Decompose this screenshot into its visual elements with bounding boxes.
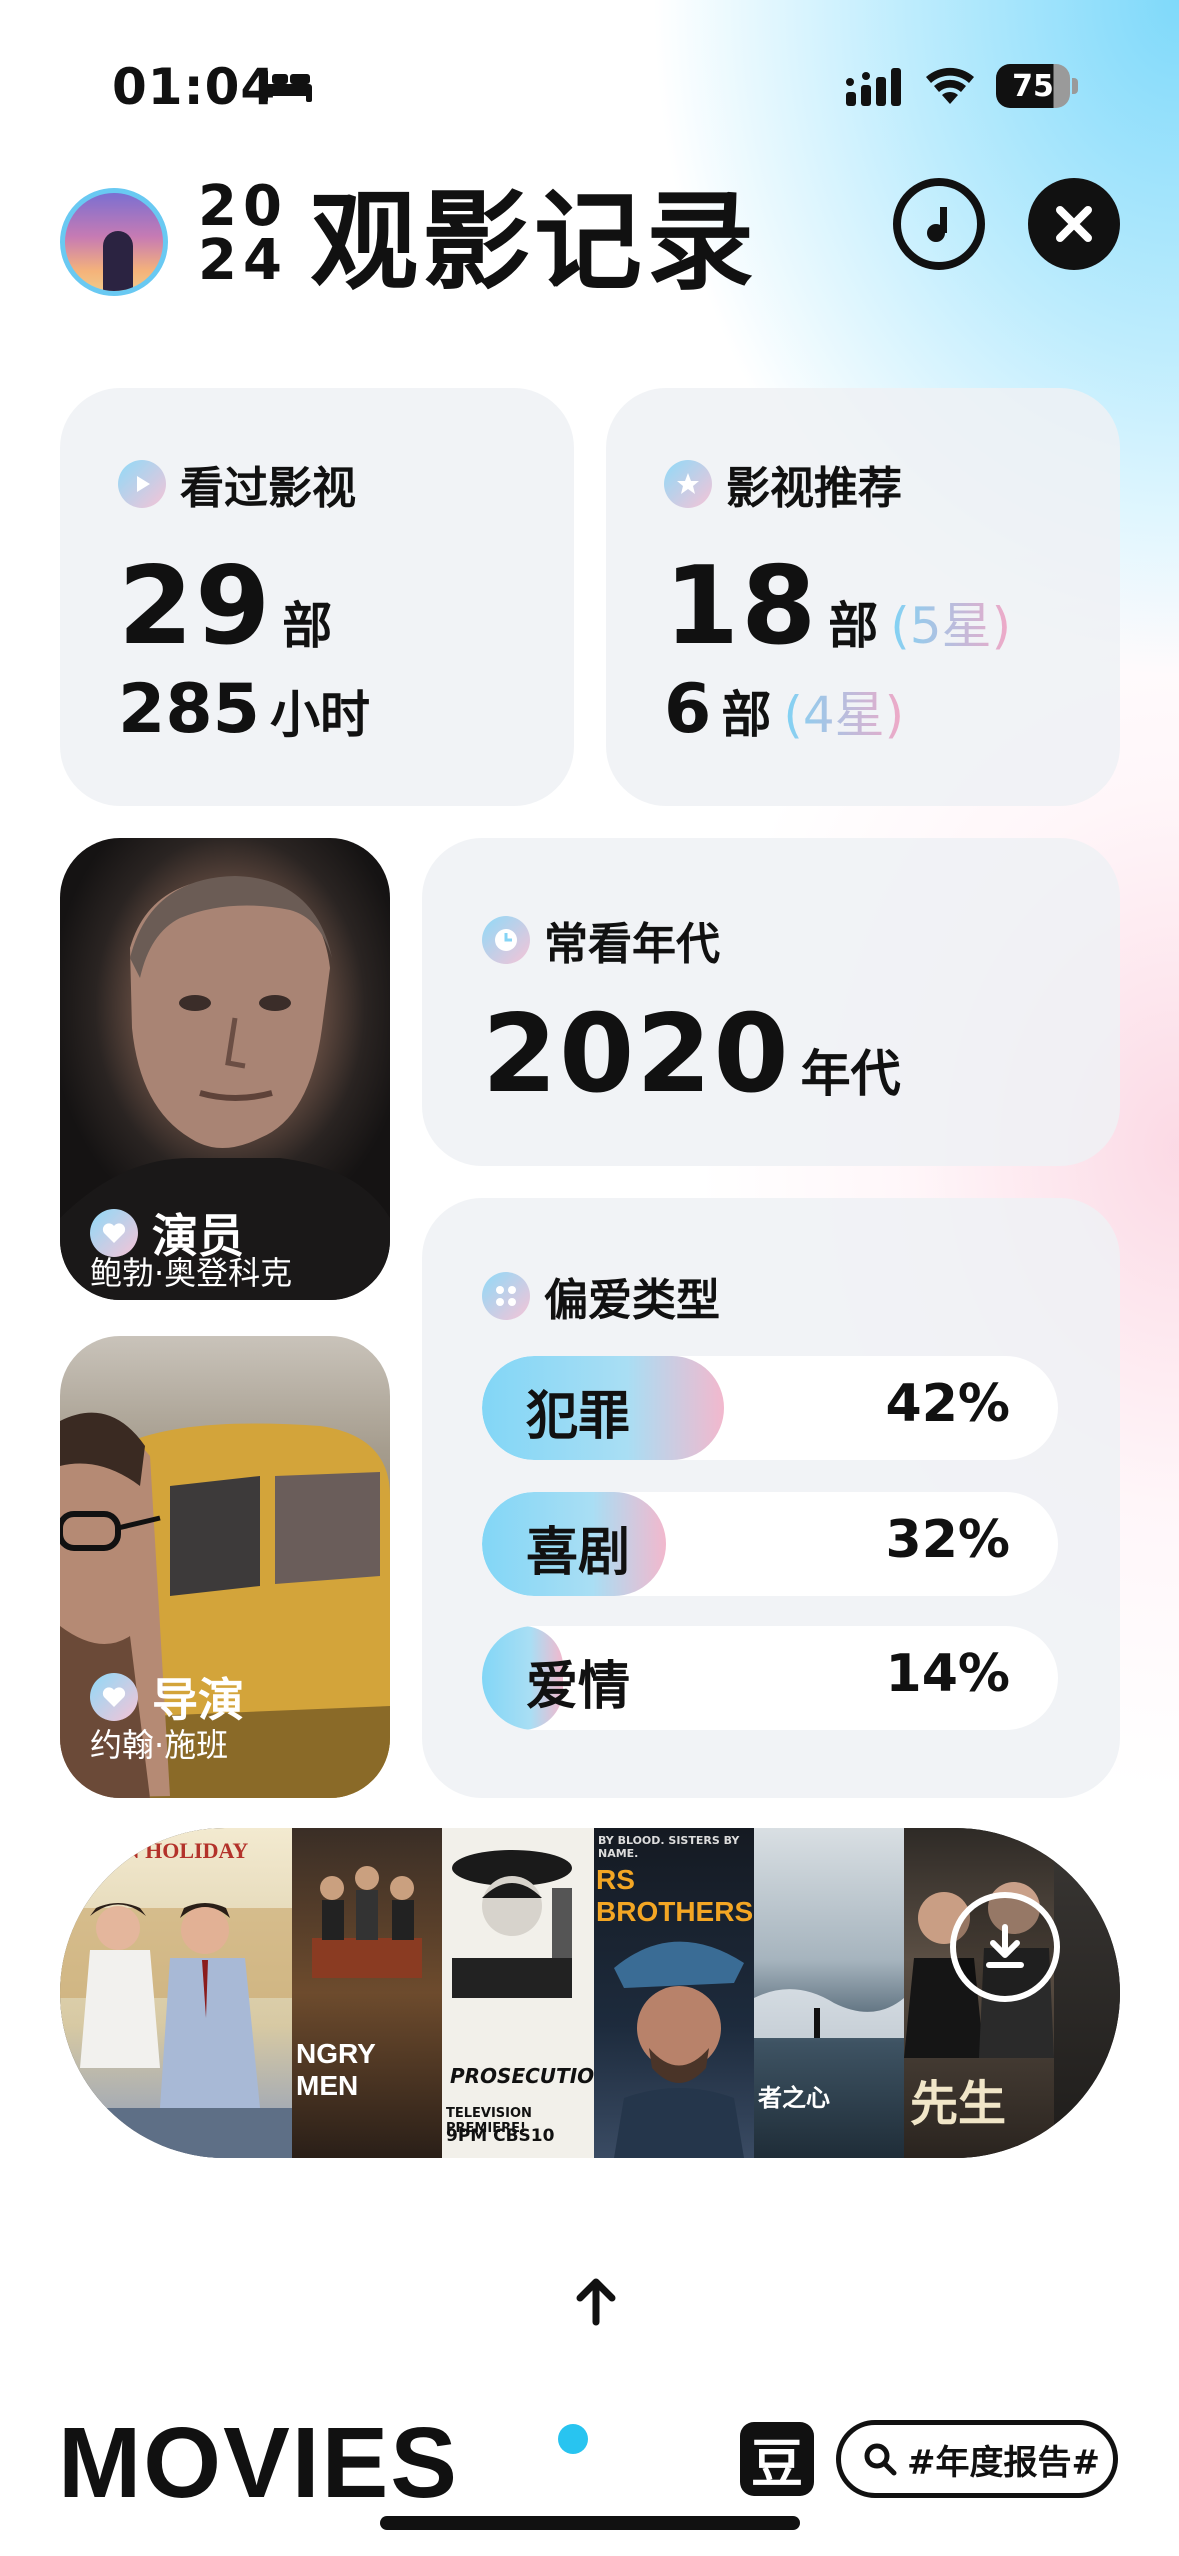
genre-label: 犯罪 [526, 1387, 631, 1447]
grid-icon [482, 1272, 530, 1320]
clock-icon [482, 916, 530, 964]
poster-title: OMAN HOLIDAY [70, 1838, 249, 1863]
four-star-label: (4星) [783, 675, 904, 747]
genre-percent: 42% [885, 1374, 1010, 1434]
close-button[interactable] [1028, 178, 1120, 270]
status-time: 01:04 [112, 58, 277, 116]
brand-logo: MOVIES [58, 2407, 459, 2519]
music-button[interactable] [893, 178, 985, 270]
genre-row-comedy[interactable]: 喜剧 32% [482, 1492, 1058, 1596]
poster-tagline: BY BLOOD. SISTERS BY NAME. [598, 1834, 740, 1860]
download-button[interactable] [950, 1892, 1060, 2002]
search-icon [864, 2443, 897, 2476]
hashtag-search[interactable]: #年度报告# [836, 2420, 1118, 2498]
download-icon [986, 1924, 1024, 1968]
poster-title: 先生 [910, 2076, 1007, 2132]
poster-art [614, 1941, 744, 2158]
play-icon [118, 460, 166, 508]
poster-title: 者之心 [758, 2084, 830, 2112]
genre-percent: 32% [885, 1510, 1010, 1570]
poster-art [60, 1903, 292, 2158]
watched-count-unit: 部 [282, 597, 333, 655]
director-card[interactable]: 导演 约翰·施班 [60, 1336, 390, 1798]
douban-icon[interactable]: 豆 [740, 2422, 814, 2496]
poster-subtitle: 9PM CBS10 [446, 2126, 555, 2146]
four-star-count: 6 [664, 670, 712, 749]
poster-prosecution[interactable]: PROSECUTION TELEVISION PREMIERE! 9PM CBS… [442, 1828, 594, 2158]
poster-strip[interactable]: OMAN HOLIDAY NGRY MEN PROSECUTIO TELEVIS… [60, 1828, 1120, 2158]
battery-level: 75 [996, 64, 1070, 108]
genre-label: 喜剧 [526, 1523, 631, 1583]
poster-sisters-brothers[interactable]: BY BLOOD. SISTERS BY NAME. RS BROTHERS [594, 1828, 754, 2158]
music-note-icon [927, 207, 947, 242]
four-star-unit: 部 [721, 686, 772, 744]
signal-icon [846, 68, 901, 106]
poster-art [312, 1866, 422, 1978]
arrow-up-icon[interactable] [566, 2270, 626, 2330]
wifi-icon [926, 67, 974, 104]
director-name: 约翰·施班 [90, 1726, 229, 1764]
brand-dot [558, 2424, 588, 2454]
decade-card[interactable]: 常看年代 2020 年代 [422, 838, 1120, 1166]
battery-indicator: 75 [996, 64, 1078, 108]
heart-icon [90, 1673, 138, 1721]
home-indicator[interactable] [380, 2516, 800, 2530]
page-title: 观影记录 [310, 180, 759, 305]
poster-ocean[interactable]: 者之心 [754, 1828, 904, 2158]
actor-card[interactable]: 演员 鲍勃·奥登科克 [60, 838, 390, 1300]
recommend-title: 影视推荐 [726, 463, 902, 514]
watched-hours: 285 [118, 670, 260, 749]
bed-icon [260, 70, 312, 102]
watched-count: 29 [118, 544, 273, 669]
poster-title: NGRY MEN [296, 2038, 376, 2101]
actor-name: 鲍勃·奥登科克 [90, 1254, 293, 1292]
year-badge: 20 24 [198, 174, 288, 293]
poster-roman-holiday[interactable]: OMAN HOLIDAY [60, 1828, 292, 2158]
five-star-unit: 部 [828, 597, 879, 655]
year-top: 20 [198, 174, 288, 239]
poster-art [452, 1850, 572, 1998]
genre-percent: 14% [885, 1644, 1010, 1704]
watched-card[interactable]: 看过影视 29 部 285 小时 [60, 388, 574, 806]
five-star-label: (5星) [890, 586, 1011, 658]
star-icon [664, 460, 712, 508]
five-star-count: 18 [664, 544, 819, 669]
year-bottom: 24 [198, 228, 288, 293]
poster-title: PROSECUTION [450, 2064, 594, 2088]
watched-hours-unit: 小时 [269, 686, 370, 744]
genre-title: 偏爱类型 [544, 1275, 720, 1326]
avatar[interactable] [60, 188, 168, 296]
genre-row-romance[interactable]: 爱情 14% [482, 1626, 1058, 1730]
recommend-card[interactable]: 影视推荐 18 部 (5星) 6 部 (4星) [606, 388, 1120, 806]
decade-title: 常看年代 [544, 919, 720, 970]
genre-label: 爱情 [526, 1657, 631, 1717]
decade-value: 2020 [482, 992, 791, 1117]
close-icon [1056, 206, 1092, 242]
decade-unit: 年代 [800, 1045, 901, 1103]
watched-title: 看过影视 [180, 463, 356, 514]
poster-partial[interactable] [1054, 1828, 1120, 2158]
poster-12-angry-men[interactable]: NGRY MEN [292, 1828, 442, 2158]
hashtag-label: #年度报告# [907, 2442, 1100, 2483]
genre-row-crime[interactable]: 犯罪 42% [482, 1356, 1058, 1460]
